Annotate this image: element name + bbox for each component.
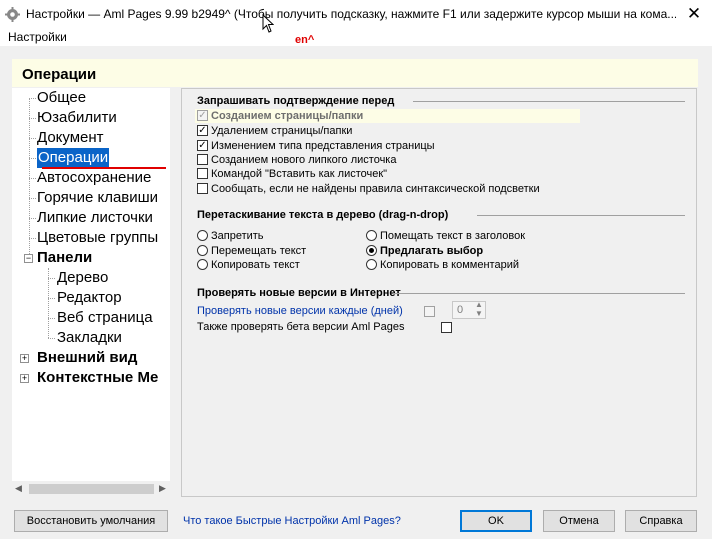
- checkbox-label: Созданием нового липкого листочка: [211, 154, 397, 166]
- tree-item-color-groups[interactable]: Цветовые группы: [37, 228, 158, 248]
- tree-item-usability[interactable]: Юзабилити: [37, 108, 117, 128]
- scroll-right-icon[interactable]: ▶: [159, 483, 166, 494]
- settings-tree[interactable]: Общее Юзабилити Документ Операции Автосо…: [12, 88, 170, 497]
- tree-item-panels[interactable]: Панели: [37, 248, 92, 268]
- confirm-group-title: Запрашивать подтверждение перед: [197, 95, 395, 107]
- radio-label: Помещать текст в заголовок: [380, 230, 526, 242]
- tree-item-operations[interactable]: Операции: [37, 148, 110, 168]
- radio-label: Перемещать текст: [211, 245, 307, 257]
- tree-item-editor[interactable]: Редактор: [57, 288, 122, 308]
- collapse-icon[interactable]: −: [24, 254, 33, 263]
- ok-button[interactable]: OK: [460, 510, 532, 532]
- tree-item-document[interactable]: Документ: [37, 128, 104, 148]
- tree-item-autosave[interactable]: Автосохранение: [37, 168, 151, 188]
- confirm-new-sticky-checkbox[interactable]: Созданием нового липкого листочка: [197, 153, 397, 166]
- checkbox-label: Сообщать, если не найдены правила синтак…: [211, 183, 540, 195]
- tree-item-bookmarks[interactable]: Закладки: [57, 328, 122, 348]
- help-button[interactable]: Справка: [625, 510, 697, 532]
- checkmark-icon: ✓: [197, 124, 208, 136]
- window-title: Настройки — Aml Pages 9.99 b2949^ (Чтобы…: [26, 7, 676, 21]
- radio-label: Копировать в комментарий: [380, 259, 519, 271]
- dnd-move-text-radio[interactable]: Перемещать текст: [197, 244, 307, 257]
- scroll-left-icon[interactable]: ◀: [15, 483, 22, 494]
- checkbox-label: Созданием страницы/папки: [211, 110, 364, 122]
- check-updates-link[interactable]: Проверять новые версии каждые (дней): [197, 305, 403, 317]
- beta-label: Также проверять бета версии Aml Pages: [197, 321, 405, 333]
- expand-icon[interactable]: +: [20, 374, 29, 383]
- scroll-thumb[interactable]: [29, 484, 154, 494]
- days-value: 0: [457, 304, 464, 316]
- spin-down-icon[interactable]: ▼: [475, 309, 483, 318]
- dnd-copy-text-radio[interactable]: Копировать текст: [197, 258, 300, 271]
- tree-item-context-menus[interactable]: Контекстные Ме: [37, 368, 158, 388]
- menu-bar: [0, 28, 712, 46]
- checkmark-icon: ✓: [197, 139, 208, 151]
- checkbox-label: Командой "Вставить как листочек": [211, 168, 388, 180]
- confirm-create-page-checkbox[interactable]: ✓ Созданием страницы/папки: [197, 109, 364, 122]
- tree-item-general[interactable]: Общее: [37, 88, 86, 108]
- gear-icon: [5, 7, 20, 22]
- check-updates-checkbox[interactable]: [424, 305, 435, 317]
- dnd-copy-comment-radio[interactable]: Копировать в комментарий: [366, 258, 519, 271]
- spin-up-icon[interactable]: ▲: [475, 300, 483, 309]
- dnd-to-title-radio[interactable]: Помещать текст в заголовок: [366, 229, 526, 242]
- radio-label: Предлагать выбор: [380, 245, 484, 257]
- confirm-change-view-checkbox[interactable]: ✓ Изменением типа представления страницы: [197, 139, 435, 152]
- tree-horizontal-scrollbar[interactable]: ◀ ▶: [12, 481, 170, 497]
- updates-group-title: Проверять новые версии в Интернет: [197, 287, 401, 299]
- radio-label: Копировать текст: [211, 259, 300, 271]
- mouse-cursor-icon: [262, 14, 274, 33]
- tree-item-tree[interactable]: Дерево: [57, 268, 108, 288]
- confirm-delete-page-checkbox[interactable]: ✓ Удалением страницы/папки: [197, 124, 353, 137]
- dnd-offer-choice-radio[interactable]: Предлагать выбор: [366, 244, 484, 257]
- tree-item-hotkeys[interactable]: Горячие клавиши: [37, 188, 158, 208]
- page-title: Операции: [22, 66, 97, 83]
- expand-icon[interactable]: +: [20, 354, 29, 363]
- check-beta-checkbox[interactable]: [441, 321, 453, 333]
- section-header: [12, 59, 698, 87]
- tree-item-sticky-notes[interactable]: Липкие листочки: [37, 208, 153, 228]
- language-indicator: en^: [295, 34, 315, 46]
- radio-label: Запретить: [211, 230, 264, 242]
- cancel-button[interactable]: Отмена: [543, 510, 615, 532]
- tree-item-web-page[interactable]: Веб страница: [57, 308, 153, 328]
- close-button[interactable]: ✕: [676, 0, 712, 28]
- days-spinner[interactable]: 0 ▲ ▼: [452, 300, 486, 319]
- checkbox-label: Удалением страницы/папки: [211, 125, 353, 137]
- confirm-paste-sticky-checkbox[interactable]: Командой "Вставить как листочек": [197, 167, 388, 180]
- checkmark-icon: ✓: [197, 109, 208, 121]
- checkbox-label: Изменением типа представления страницы: [211, 140, 435, 152]
- menu-item-settings[interactable]: Настройки: [8, 30, 67, 44]
- dnd-group-title: Перетаскивание текста в дерево (drag-n-d…: [197, 209, 449, 221]
- dnd-forbid-radio[interactable]: Запретить: [197, 229, 264, 242]
- warn-syntax-rules-checkbox[interactable]: Сообщать, если не найдены правила синтак…: [197, 182, 540, 195]
- restore-defaults-button[interactable]: Восстановить умолчания: [14, 510, 168, 532]
- tree-item-appearance[interactable]: Внешний вид: [37, 348, 137, 368]
- quick-settings-help-link[interactable]: Что такое Быстрые Настройки Aml Pages?: [183, 515, 401, 527]
